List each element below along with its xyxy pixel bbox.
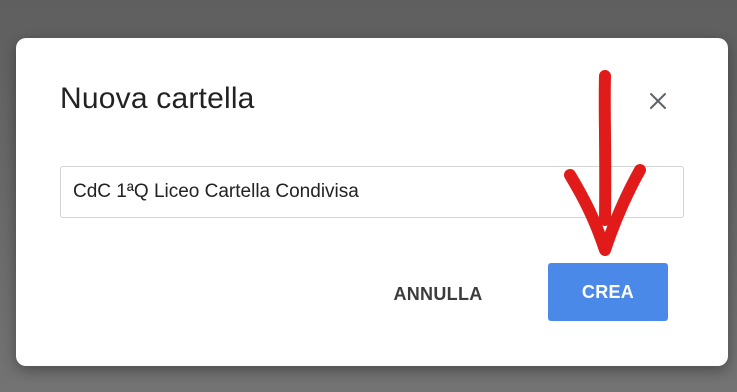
dialog-title: Nuova cartella xyxy=(60,82,255,115)
cancel-button[interactable]: ANNULLA xyxy=(368,265,508,323)
create-button[interactable]: CREA xyxy=(548,263,668,321)
close-icon xyxy=(650,93,666,109)
close-button[interactable] xyxy=(643,86,673,116)
folder-name-input[interactable] xyxy=(60,166,684,218)
new-folder-dialog: Nuova cartella ANNULLA CREA xyxy=(16,38,728,366)
